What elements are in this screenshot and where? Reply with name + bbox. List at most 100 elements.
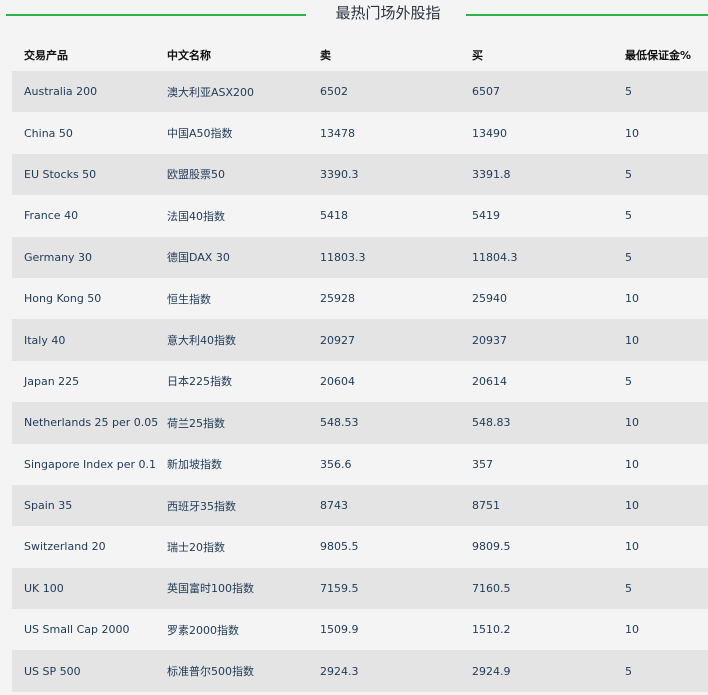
- product-cell: France 40: [12, 195, 155, 237]
- chinese-name-cell: 意大利40指数: [155, 319, 308, 361]
- buy-price-cell: 2924.9: [460, 650, 613, 692]
- min-margin-cell: 10: [613, 443, 708, 485]
- buy-price-cell: 548.83: [460, 402, 613, 444]
- sell-price-cell: 20927: [308, 319, 460, 361]
- min-margin-cell: 10: [613, 319, 708, 361]
- buy-price-cell: 3391.8: [460, 153, 613, 196]
- table-header: 交易产品 中文名称 卖 买 最低保证金%: [12, 38, 708, 71]
- table-row: US Small Cap 2000 罗素2000指数 1509.9 1510.2 10: [12, 609, 708, 651]
- table-row: France 40 法国40指数 5418 5419 5: [12, 195, 708, 237]
- column-header-product: 交易产品: [12, 38, 155, 71]
- sell-price-cell: 9805.5: [308, 526, 460, 568]
- buy-price-cell: 25940: [460, 277, 613, 320]
- product-cell: China 50: [12, 112, 155, 154]
- chinese-name-cell: 英国富时100指数: [155, 567, 308, 610]
- table-row: Switzerland 20 瑞士20指数 9805.5 9809.5 10: [12, 526, 708, 568]
- sell-price-cell: 1509.9: [308, 609, 460, 651]
- buy-price-cell: 9809.5: [460, 526, 613, 568]
- buy-price-cell: 1510.2: [460, 609, 613, 651]
- table-row: Spain 35 西班牙35指数 8743 8751 10: [12, 484, 708, 527]
- buy-price-cell: 6507: [460, 71, 613, 113]
- table-row: US SP 500 标准普尔500指数 2924.3 2924.9 5: [12, 650, 708, 692]
- chinese-name-cell: 西班牙35指数: [155, 484, 308, 527]
- sell-price-cell: 11803.3: [308, 236, 460, 278]
- chinese-name-cell: 德国DAX 30: [155, 236, 308, 278]
- product-cell: Switzerland 20: [12, 526, 155, 568]
- column-header-chinese-name: 中文名称: [155, 38, 308, 71]
- min-margin-cell: 5: [613, 71, 708, 113]
- column-header-sell: 卖: [308, 38, 460, 71]
- min-margin-cell: 5: [613, 360, 708, 403]
- product-cell: Singapore Index per 0.1: [12, 443, 156, 485]
- sell-price-cell: 356.6: [308, 443, 460, 485]
- product-cell: Netherlands 25 per 0.05: [12, 402, 158, 444]
- sell-price-cell: 25928: [308, 277, 460, 320]
- chinese-name-cell: 罗素2000指数: [155, 609, 308, 651]
- sell-price-cell: 5418: [308, 195, 460, 237]
- product-cell: Spain 35: [12, 484, 155, 527]
- table-row: Japan 225 日本225指数 20604 20614 5: [12, 360, 708, 403]
- min-margin-cell: 10: [613, 526, 708, 568]
- sell-price-cell: 13478: [308, 112, 460, 154]
- chinese-name-cell: 标准普尔500指数: [155, 650, 308, 692]
- table-row: Hong Kong 50 恒生指数 25928 25940 10: [12, 277, 708, 320]
- sell-price-cell: 548.53: [308, 402, 460, 444]
- min-margin-cell: 5: [613, 567, 708, 610]
- sell-price-cell: 8743: [308, 484, 460, 527]
- sell-price-cell: 3390.3: [308, 153, 460, 196]
- buy-price-cell: 13490: [460, 112, 613, 154]
- min-margin-cell: 10: [613, 112, 708, 154]
- title-divider-left: [6, 14, 306, 16]
- sell-price-cell: 7159.5: [308, 567, 460, 610]
- chinese-name-cell: 法国40指数: [155, 195, 308, 237]
- page: 最热门场外股指 交易产品 中文名称 卖 买 最低保证金% Australia 2…: [0, 0, 708, 695]
- product-cell: Italy 40: [12, 319, 155, 361]
- table-row: Australia 200 澳大利亚ASX200 6502 6507 5: [12, 71, 708, 113]
- title-divider-right: [466, 14, 708, 16]
- chinese-name-cell: 荷兰25指数: [155, 402, 308, 444]
- table-body: Australia 200 澳大利亚ASX200 6502 6507 5 China 50…: [12, 71, 708, 692]
- min-margin-cell: 10: [613, 277, 708, 320]
- product-cell: Germany 30: [12, 236, 155, 278]
- table-row: Germany 30 德国DAX 30 11803.3 11804.3 5: [12, 236, 708, 278]
- chinese-name-cell: 欧盟股票50: [155, 153, 308, 196]
- min-margin-cell: 5: [613, 650, 708, 692]
- product-cell: UK 100: [12, 567, 155, 610]
- sell-price-cell: 6502: [308, 71, 460, 113]
- column-header-buy: 买: [460, 38, 613, 71]
- buy-price-cell: 5419: [460, 195, 613, 237]
- buy-price-cell: 357: [460, 443, 613, 485]
- product-cell: US Small Cap 2000: [12, 609, 155, 651]
- product-cell: Hong Kong 50: [12, 277, 155, 320]
- sell-price-cell: 2924.3: [308, 650, 460, 692]
- min-margin-cell: 5: [613, 153, 708, 196]
- product-cell: US SP 500: [12, 650, 155, 692]
- buy-price-cell: 20937: [460, 319, 613, 361]
- table-row: China 50 中国A50指数 13478 13490 10: [12, 112, 708, 154]
- product-cell: Japan 225: [12, 360, 155, 403]
- min-margin-cell: 10: [613, 609, 708, 651]
- buy-price-cell: 20614: [460, 360, 613, 403]
- chinese-name-cell: 日本225指数: [155, 360, 308, 403]
- chinese-name-cell: 恒生指数: [155, 277, 308, 320]
- min-margin-cell: 5: [613, 236, 708, 278]
- chinese-name-cell: 中国A50指数: [155, 112, 308, 154]
- table-row: EU Stocks 50 欧盟股票50 3390.3 3391.8 5: [12, 153, 708, 196]
- product-cell: EU Stocks 50: [12, 153, 155, 196]
- table-row: Netherlands 25 per 0.05 荷兰25指数 548.53 548.8…: [12, 402, 708, 444]
- table-row: Singapore Index per 0.1 新加坡指数 356.6 357 10: [12, 443, 708, 485]
- sell-price-cell: 20604: [308, 360, 460, 403]
- buy-price-cell: 7160.5: [460, 567, 613, 610]
- buy-price-cell: 11804.3: [460, 236, 613, 278]
- product-cell: Australia 200: [12, 71, 155, 113]
- chinese-name-cell: 新加坡指数: [155, 443, 308, 485]
- chinese-name-cell: 瑞士20指数: [155, 526, 308, 568]
- indices-table: 交易产品 中文名称 卖 买 最低保证金% Australia 200 澳大利亚AS…: [12, 38, 708, 692]
- min-margin-cell: 10: [613, 484, 708, 527]
- min-margin-cell: 10: [613, 402, 708, 444]
- header-row: 交易产品 中文名称 卖 买 最低保证金%: [12, 38, 708, 71]
- min-margin-cell: 5: [613, 195, 708, 237]
- chinese-name-cell: 澳大利亚ASX200: [155, 71, 308, 113]
- table-row: Italy 40 意大利40指数 20927 20937 10: [12, 319, 708, 361]
- buy-price-cell: 8751: [460, 484, 613, 527]
